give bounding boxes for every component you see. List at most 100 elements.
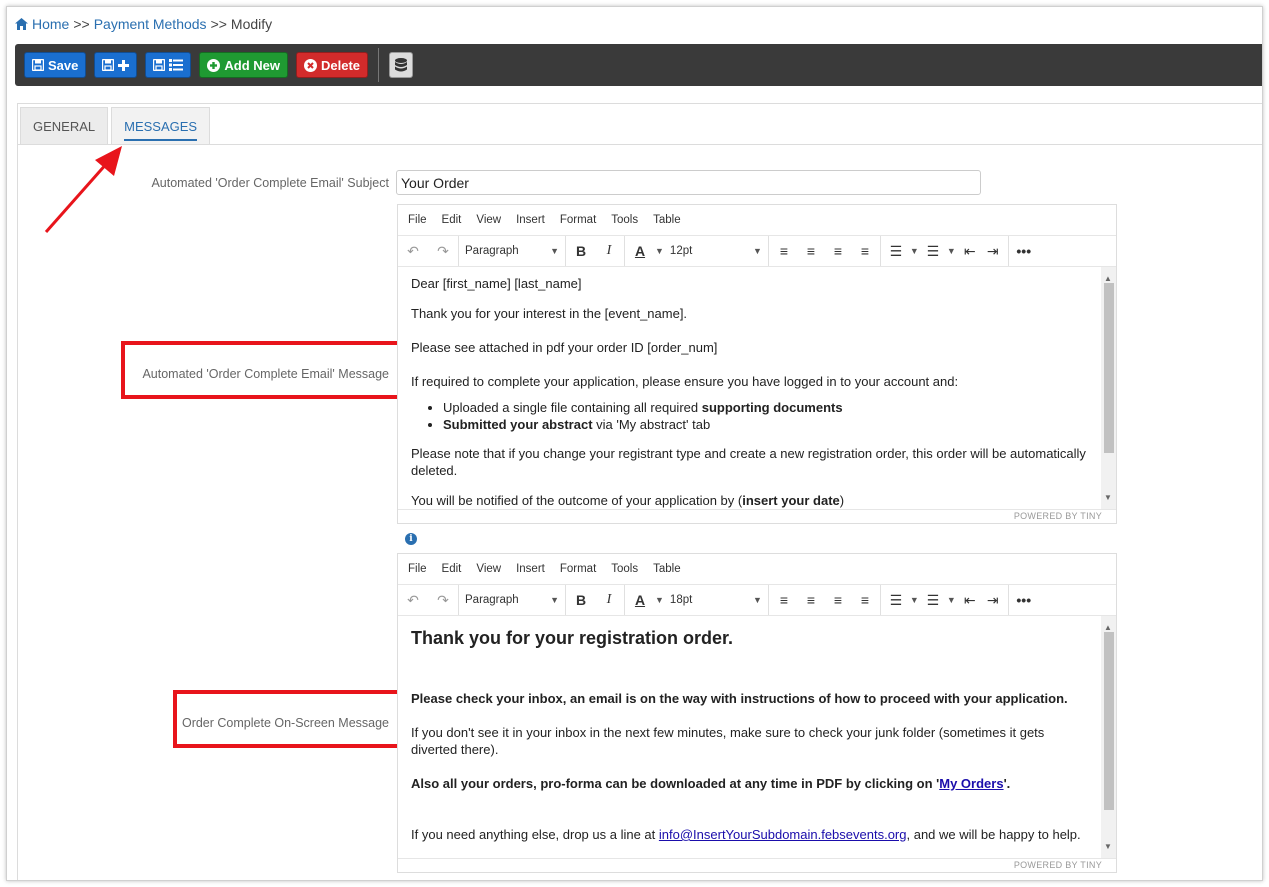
align-center-icon[interactable]: ≡ bbox=[802, 591, 820, 609]
paragraph: If required to complete your application… bbox=[411, 374, 959, 389]
menu-view[interactable]: View bbox=[476, 563, 501, 575]
block-format-value: Paragraph bbox=[465, 245, 519, 257]
chevron-down-icon[interactable]: ▼ bbox=[910, 246, 919, 256]
undo-icon[interactable]: ↶ bbox=[404, 242, 422, 260]
database-icon bbox=[395, 58, 408, 72]
bold-icon[interactable]: B bbox=[572, 591, 590, 609]
menu-format[interactable]: Format bbox=[560, 214, 596, 226]
floppy-icon bbox=[153, 59, 166, 71]
menu-table[interactable]: Table bbox=[653, 563, 681, 575]
menu-edit[interactable]: Edit bbox=[442, 563, 462, 575]
menu-file[interactable]: File bbox=[408, 214, 427, 226]
breadcrumb: Home >> Payment Methods >> Modify bbox=[15, 16, 272, 32]
indent-icon[interactable]: ⇥ bbox=[984, 242, 1002, 260]
chevron-down-icon[interactable]: ▼ bbox=[947, 246, 956, 256]
chevron-down-icon[interactable]: ▼ bbox=[655, 595, 664, 605]
numbered-list-icon[interactable]: ☰ bbox=[924, 591, 942, 609]
menu-edit[interactable]: Edit bbox=[442, 214, 462, 226]
paragraph: You will be notified of the outcome of y… bbox=[411, 492, 1088, 509]
font-size-select[interactable]: 12pt ▼ bbox=[670, 245, 762, 257]
support-email-link[interactable]: info@InsertYourSubdomain.febsevents.org bbox=[659, 827, 907, 842]
more-icon[interactable]: ••• bbox=[1015, 591, 1033, 609]
chevron-down-icon: ▼ bbox=[550, 246, 559, 256]
paragraph-text: ) bbox=[839, 493, 845, 508]
menu-tools[interactable]: Tools bbox=[611, 214, 638, 226]
more-icon[interactable]: ••• bbox=[1015, 242, 1033, 260]
requirements-list: Uploaded a single file containing all re… bbox=[443, 399, 1088, 433]
indent-icon[interactable]: ⇥ bbox=[984, 591, 1002, 609]
list-item: Uploaded a single file containing all re… bbox=[443, 399, 1088, 416]
block-format-select[interactable]: Paragraph ▼ bbox=[465, 594, 559, 606]
undo-icon[interactable]: ↶ bbox=[404, 591, 422, 609]
editor-menubar: File Edit View Insert Format Tools Table bbox=[398, 554, 1116, 584]
menu-insert[interactable]: Insert bbox=[516, 563, 545, 575]
paragraph: Thank you for your interest in the [even… bbox=[411, 306, 688, 321]
chevron-down-icon[interactable]: ▼ bbox=[655, 246, 664, 256]
outdent-icon[interactable]: ⇤ bbox=[961, 591, 979, 609]
editor-content[interactable]: Thank you for your registration order. P… bbox=[398, 616, 1116, 858]
menu-file[interactable]: File bbox=[408, 563, 427, 575]
editor-content[interactable]: Dear [first_name] [last_name] Thank you … bbox=[398, 267, 1116, 509]
italic-icon[interactable]: I bbox=[600, 591, 618, 609]
menu-table[interactable]: Table bbox=[653, 214, 681, 226]
action-toolbar: Save Add New Delete bbox=[15, 44, 1262, 86]
chevron-down-icon[interactable]: ▼ bbox=[947, 595, 956, 605]
save-and-new-button[interactable] bbox=[94, 52, 138, 78]
text-color-icon[interactable]: A bbox=[631, 242, 649, 260]
menu-insert[interactable]: Insert bbox=[516, 214, 545, 226]
editor-scrollbar[interactable]: ▲ ▼ bbox=[1101, 267, 1116, 509]
times-circle-icon bbox=[304, 58, 317, 72]
breadcrumb-current: Modify bbox=[230, 16, 273, 32]
list-item-text: via 'My abstract' tab bbox=[592, 417, 711, 432]
tab-messages[interactable]: MESSAGES bbox=[111, 107, 211, 144]
tab-general[interactable]: GENERAL bbox=[20, 107, 109, 144]
text-color-icon[interactable]: A bbox=[631, 591, 649, 609]
breadcrumb-home-link[interactable]: Home bbox=[32, 16, 69, 32]
database-button[interactable] bbox=[389, 52, 414, 78]
bullet-list-icon[interactable]: ☰ bbox=[887, 591, 905, 609]
menu-tools[interactable]: Tools bbox=[611, 563, 638, 575]
tab-bar: GENERAL MESSAGES bbox=[20, 107, 211, 144]
scroll-down-icon[interactable]: ▼ bbox=[1104, 838, 1112, 855]
font-size-select[interactable]: 18pt ▼ bbox=[670, 594, 762, 606]
bullet-list-icon[interactable]: ☰ bbox=[887, 242, 905, 260]
paragraph-text: If you need anything else, drop us a lin… bbox=[411, 827, 659, 842]
save-and-list-button[interactable] bbox=[145, 52, 192, 78]
chevron-down-icon[interactable]: ▼ bbox=[910, 595, 919, 605]
subject-label: Automated 'Order Complete Email' Subject bbox=[151, 176, 389, 190]
paragraph: Please check your inbox, an email is on … bbox=[411, 691, 1068, 706]
scrollbar-thumb[interactable] bbox=[1104, 283, 1114, 453]
delete-button-label: Delete bbox=[321, 57, 361, 73]
editor-scrollbar[interactable]: ▲ ▼ bbox=[1101, 616, 1116, 858]
redo-icon[interactable]: ↷ bbox=[434, 242, 452, 260]
menu-view[interactable]: View bbox=[476, 214, 501, 226]
tab-messages-label: MESSAGES bbox=[124, 112, 198, 141]
paragraph-bold: insert your date bbox=[742, 493, 840, 508]
editor-menubar: File Edit View Insert Format Tools Table bbox=[398, 205, 1116, 235]
my-orders-link[interactable]: My Orders bbox=[939, 776, 1003, 791]
align-center-icon[interactable]: ≡ bbox=[802, 242, 820, 260]
save-button[interactable]: Save bbox=[24, 52, 87, 78]
italic-icon[interactable]: I bbox=[600, 242, 618, 260]
align-right-icon[interactable]: ≡ bbox=[829, 242, 847, 260]
align-left-icon[interactable]: ≡ bbox=[775, 242, 793, 260]
add-new-button[interactable]: Add New bbox=[199, 52, 288, 78]
numbered-list-icon[interactable]: ☰ bbox=[924, 242, 942, 260]
block-format-select[interactable]: Paragraph ▼ bbox=[465, 245, 559, 257]
list-item-bold: supporting documents bbox=[701, 400, 843, 415]
subject-input[interactable] bbox=[396, 170, 981, 195]
info-icon[interactable]: i bbox=[405, 533, 417, 545]
redo-icon[interactable]: ↷ bbox=[434, 591, 452, 609]
breadcrumb-payment-methods-link[interactable]: Payment Methods bbox=[94, 16, 207, 32]
align-justify-icon[interactable]: ≡ bbox=[856, 242, 874, 260]
menu-format[interactable]: Format bbox=[560, 563, 596, 575]
align-right-icon[interactable]: ≡ bbox=[829, 591, 847, 609]
heading: Thank you for your registration order. bbox=[411, 628, 734, 648]
delete-button[interactable]: Delete bbox=[296, 52, 369, 78]
scroll-down-icon[interactable]: ▼ bbox=[1104, 489, 1112, 506]
align-left-icon[interactable]: ≡ bbox=[775, 591, 793, 609]
outdent-icon[interactable]: ⇤ bbox=[961, 242, 979, 260]
align-justify-icon[interactable]: ≡ bbox=[856, 591, 874, 609]
scrollbar-thumb[interactable] bbox=[1104, 632, 1114, 810]
bold-icon[interactable]: B bbox=[572, 242, 590, 260]
